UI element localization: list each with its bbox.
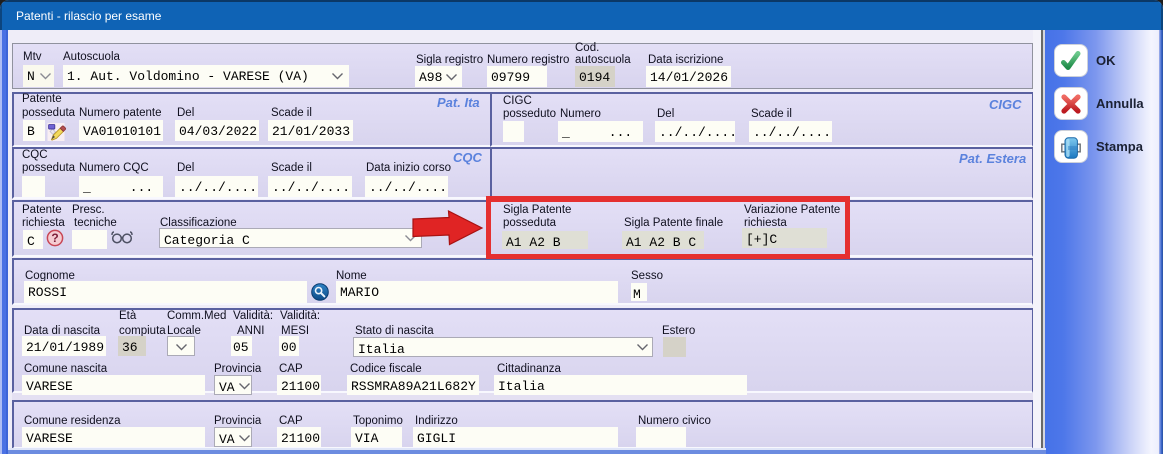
svg-text:?: ? (51, 231, 58, 245)
